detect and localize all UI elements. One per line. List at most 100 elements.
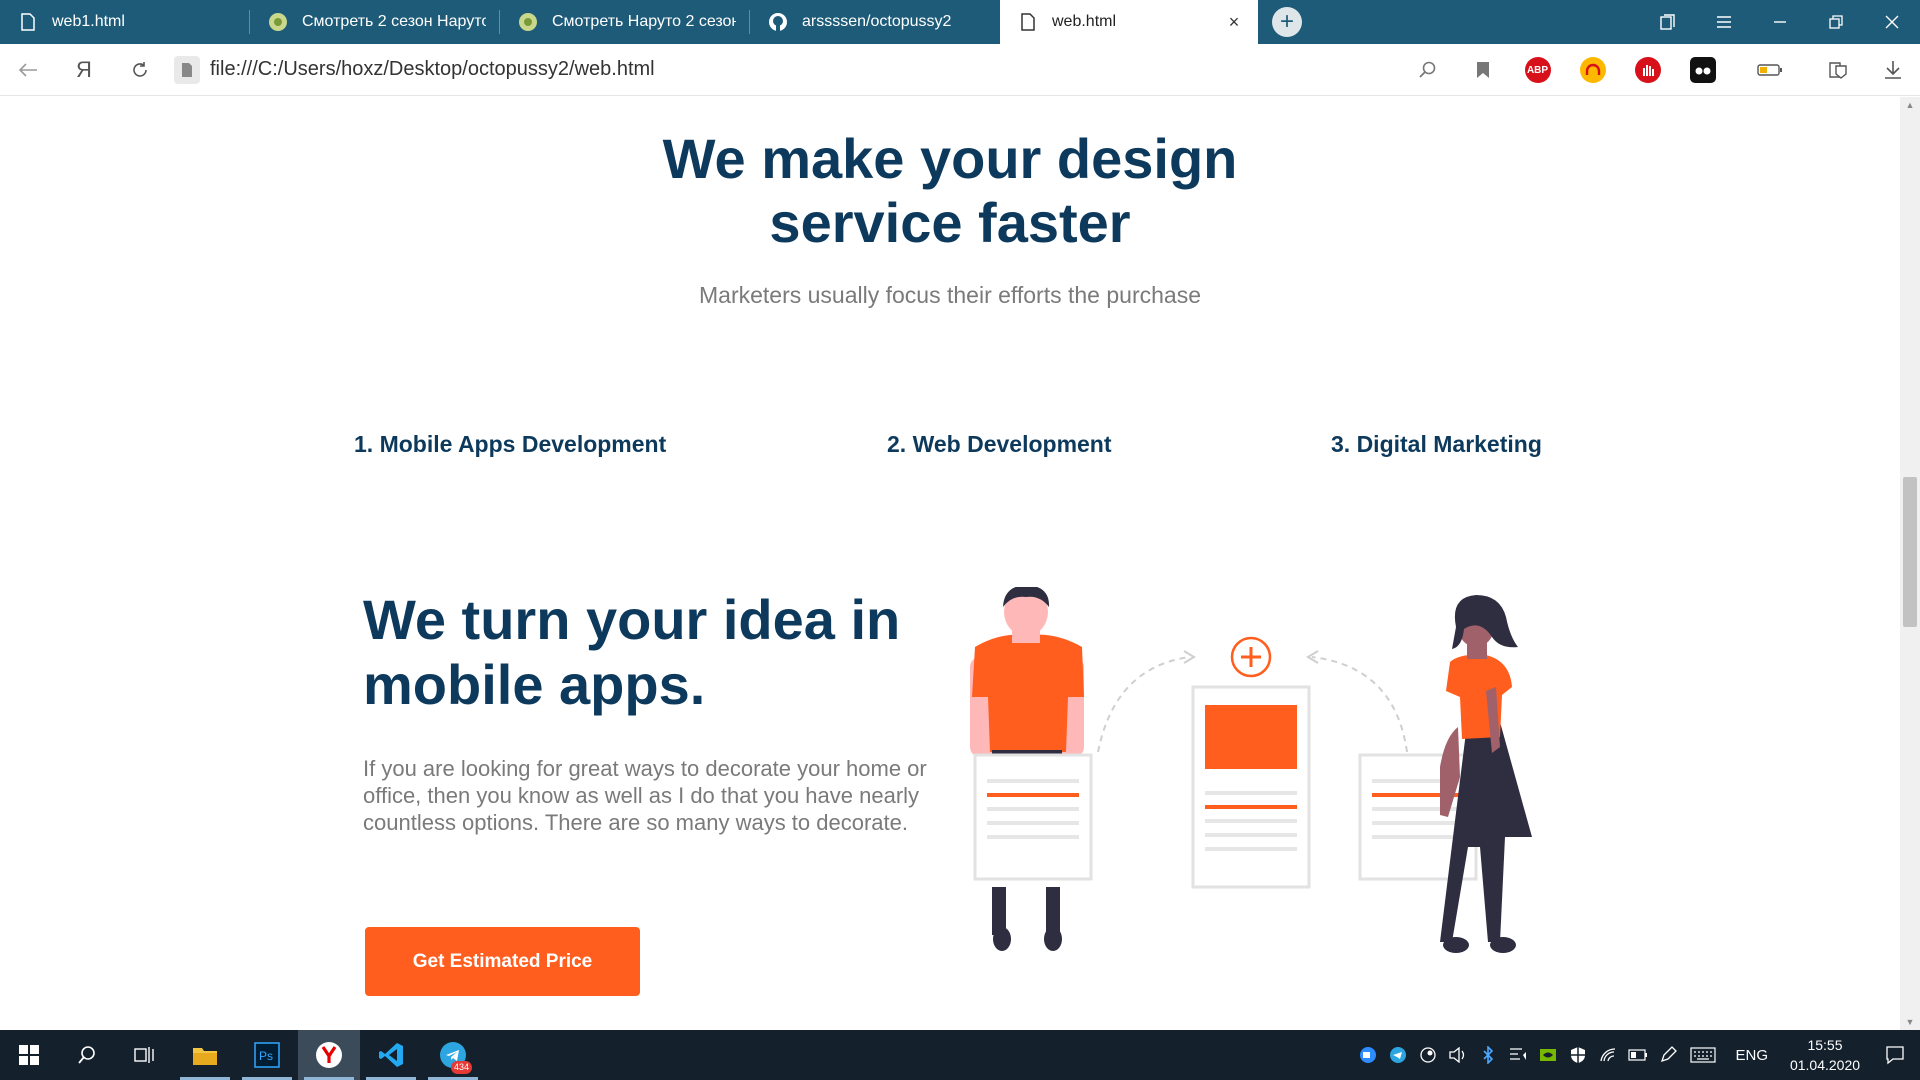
- service-web-development[interactable]: 2. Web Development: [887, 431, 1112, 458]
- pen-icon[interactable]: [1653, 1030, 1683, 1080]
- file-explorer-button[interactable]: [174, 1030, 236, 1080]
- page-scrollbar[interactable]: ▲ ▼: [1900, 97, 1920, 1030]
- zoom-icon[interactable]: [1353, 1030, 1383, 1080]
- browser-tab-bar: web1.html Смотреть 2 сезон Наруто Смотре…: [0, 0, 1920, 44]
- arrow-head-left: [1183, 650, 1196, 664]
- action-center-button[interactable]: [1870, 1030, 1920, 1080]
- battery-icon[interactable]: [1623, 1030, 1653, 1080]
- vscode-icon: [379, 1043, 403, 1067]
- adblock-plus-icon[interactable]: ABP: [1510, 44, 1565, 96]
- telegram-tray-icon[interactable]: [1383, 1030, 1413, 1080]
- page-viewport: We make your design service faster Marke…: [0, 97, 1900, 1030]
- hero-title-line-2: service faster: [769, 191, 1131, 254]
- scroll-thumb[interactable]: [1903, 477, 1917, 627]
- tab-naruto-2[interactable]: Смотреть Наруто 2 сезон: [500, 0, 750, 44]
- touch-keyboard-icon[interactable]: [1683, 1030, 1723, 1080]
- tab-web-active[interactable]: web.html ×: [1000, 0, 1258, 44]
- collections-icon[interactable]: [1640, 0, 1696, 44]
- tab-naruto-1[interactable]: Смотреть 2 сезон Наруто: [250, 0, 500, 44]
- restore-icon[interactable]: [1808, 0, 1864, 44]
- bookmark-icon[interactable]: [1455, 44, 1510, 96]
- task-view-button[interactable]: [116, 1030, 174, 1080]
- dashed-arrow-right: [1311, 656, 1408, 753]
- svg-text:Ps: Ps: [259, 1049, 273, 1063]
- tab-label: web.html: [1052, 13, 1117, 30]
- feature-description: If you are looking for great ways to dec…: [363, 756, 927, 835]
- system-clock[interactable]: 15:55 01.04.2020: [1780, 1035, 1870, 1075]
- vscode-button[interactable]: [360, 1030, 422, 1080]
- protect-icon[interactable]: [1810, 44, 1865, 96]
- photoshop-icon: Ps: [254, 1042, 280, 1068]
- minimize-icon[interactable]: [1752, 0, 1808, 44]
- site-favicon-icon: [268, 12, 288, 32]
- task-view-icon: [134, 1047, 154, 1063]
- address-bar: Я file:///C:/Users/hoxz/Desktop/octopuss…: [0, 44, 1920, 96]
- defender-shield-icon[interactable]: [1563, 1030, 1593, 1080]
- scroll-down-arrow-icon[interactable]: ▼: [1900, 1014, 1920, 1030]
- feature-title-line-2: mobile apps.: [363, 653, 706, 716]
- incognito-extension-icon[interactable]: [1675, 44, 1730, 96]
- hero-title-line-1: We make your design: [662, 127, 1238, 190]
- close-window-icon[interactable]: [1864, 0, 1920, 44]
- back-button[interactable]: [0, 44, 56, 96]
- feature-title: We turn your idea in mobile apps.: [363, 587, 963, 717]
- search-icon: [78, 1046, 95, 1064]
- reload-button[interactable]: [112, 44, 168, 96]
- plus-circle-icon: [1230, 636, 1272, 678]
- left-document-card: [973, 753, 1093, 881]
- github-icon: [768, 12, 788, 32]
- feature-title-line-1: We turn your idea in: [363, 588, 901, 651]
- clock-date: 01.04.2020: [1789, 1057, 1861, 1073]
- service-digital-marketing[interactable]: 3. Digital Marketing: [1331, 431, 1542, 458]
- local-file-icon: [174, 55, 200, 84]
- volume-icon[interactable]: [1443, 1030, 1473, 1080]
- windows-logo-icon: [19, 1045, 39, 1065]
- tab-github[interactable]: arssssen/octopussy2: [750, 0, 1000, 44]
- hero-title: We make your design service faster: [0, 127, 1900, 255]
- nvidia-icon[interactable]: [1533, 1030, 1563, 1080]
- team-illustration: [970, 587, 1532, 953]
- ublock-hand-icon[interactable]: [1620, 44, 1675, 96]
- center-document-card: [1191, 685, 1311, 889]
- abp-badge: ABP: [1524, 57, 1551, 83]
- new-tab-button[interactable]: +: [1272, 7, 1302, 37]
- telegram-button[interactable]: 434: [422, 1030, 484, 1080]
- folder-icon: [193, 1048, 217, 1065]
- url-text: file:///C:/Users/hoxz/Desktop/octopussy2…: [210, 58, 655, 80]
- tab-label: Смотреть 2 сезон Наруто: [302, 13, 486, 30]
- clock-time: 15:55: [1807, 1037, 1843, 1053]
- menu-icon[interactable]: [1696, 0, 1752, 44]
- tab-label: web1.html: [52, 13, 125, 30]
- downloads-icon[interactable]: [1865, 44, 1920, 96]
- close-tab-icon[interactable]: ×: [1224, 12, 1244, 32]
- wifi-icon[interactable]: [1593, 1030, 1623, 1080]
- address-bar-actions: ABP: [1400, 44, 1920, 96]
- start-button[interactable]: [0, 1030, 58, 1080]
- search-page-icon[interactable]: [1400, 44, 1455, 96]
- yandex-browser-button[interactable]: [298, 1030, 360, 1080]
- woman-figure: [1440, 595, 1532, 953]
- windows-taskbar: Ps 434 ENG 15:55 01.04.2020: [0, 1030, 1920, 1080]
- arrow-left-icon: [18, 62, 37, 77]
- bluetooth-icon[interactable]: [1473, 1030, 1503, 1080]
- url-field[interactable]: file:///C:/Users/hoxz/Desktop/octopussy2…: [174, 55, 655, 84]
- tab-web1[interactable]: web1.html: [0, 0, 250, 44]
- hero-subtitle: Marketers usually focus their efforts th…: [699, 282, 1201, 308]
- window-controls: [1640, 0, 1920, 44]
- yandex-button[interactable]: Я: [56, 44, 112, 96]
- battery-saver-icon[interactable]: [1730, 44, 1810, 96]
- file-icon: [18, 12, 38, 32]
- steam-icon[interactable]: [1413, 1030, 1443, 1080]
- scroll-up-arrow-icon[interactable]: ▲: [1900, 97, 1920, 113]
- extension-headphones-icon[interactable]: [1565, 44, 1620, 96]
- search-button[interactable]: [58, 1030, 116, 1080]
- dashed-arrow-left: [1097, 656, 1191, 753]
- tab-label: arssssen/octopussy2: [802, 13, 952, 30]
- telegram-unread-badge: 434: [450, 1061, 472, 1074]
- photoshop-button[interactable]: Ps: [236, 1030, 298, 1080]
- site-favicon-icon: [518, 12, 538, 32]
- service-mobile-apps[interactable]: 1. Mobile Apps Development: [354, 431, 666, 458]
- notifications-manager-icon[interactable]: [1503, 1030, 1533, 1080]
- input-language[interactable]: ENG: [1723, 1047, 1780, 1064]
- get-estimated-price-button[interactable]: Get Estimated Price: [365, 927, 640, 996]
